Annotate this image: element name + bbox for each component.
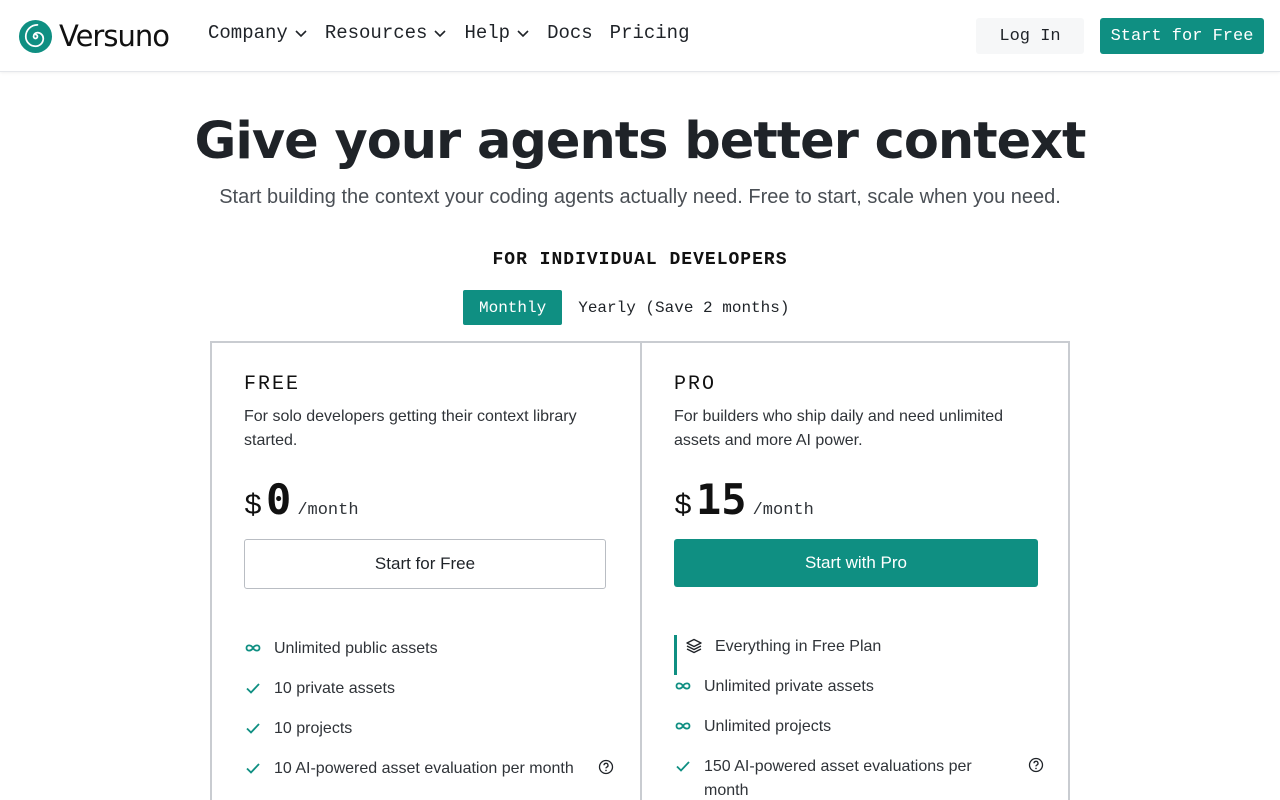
feature-text: 10 projects xyxy=(274,720,353,737)
nav-item-company[interactable]: Company xyxy=(208,22,308,44)
check-icon xyxy=(676,761,690,772)
chevron-down-icon xyxy=(295,30,307,38)
layers-icon xyxy=(686,638,702,654)
plan-description: For solo developers getting their contex… xyxy=(244,408,577,449)
chevron-down-icon xyxy=(517,30,529,38)
nav-item-pricing[interactable]: Pricing xyxy=(610,22,690,44)
check-icon xyxy=(246,683,260,694)
nav-item-label: Company xyxy=(208,22,288,44)
help-circle-icon[interactable] xyxy=(598,759,614,775)
log-in-button[interactable]: Log In xyxy=(976,18,1084,54)
feature-text: Unlimited private assets xyxy=(704,678,874,695)
list-item: 10 projects xyxy=(244,717,614,757)
check-icon xyxy=(246,763,260,774)
check-icon xyxy=(246,723,260,734)
infinity-icon xyxy=(675,722,691,730)
nav-item-label: Pricing xyxy=(609,22,690,44)
plan-price: $ 0 /month xyxy=(244,475,359,524)
plan-price: $ 15 /month xyxy=(674,475,814,524)
section-label: FOR INDIVIDUAL DEVELOPERS xyxy=(492,250,788,270)
feature-text: 10 AI-powered asset evaluation per month xyxy=(274,760,574,777)
help-circle-icon[interactable] xyxy=(1028,757,1044,773)
top-nav: Versuno Company Resources Help Docs Pric… xyxy=(0,0,1280,72)
chevron-down-icon xyxy=(434,30,447,38)
spiral-logo-icon xyxy=(18,19,53,53)
page-subtitle: Start building the context your coding a… xyxy=(219,186,1061,208)
nav-item-resources[interactable]: Resources xyxy=(325,22,448,44)
nav-item-label: Resources xyxy=(324,22,428,44)
start-for-free-button[interactable]: Start for Free xyxy=(1100,18,1264,54)
nav-item-docs[interactable]: Docs xyxy=(547,22,593,44)
infinity-icon xyxy=(675,682,691,690)
plan-name: PRO xyxy=(674,373,717,396)
plan-card-free: FREE For solo developers getting their c… xyxy=(212,343,640,800)
list-item: Unlimited private assets xyxy=(674,675,1044,715)
feature-list: Everything in Free Plan Unlimited privat… xyxy=(674,635,1044,799)
start-for-free-plan-button[interactable]: Start for Free xyxy=(244,539,606,589)
plan-name: FREE xyxy=(244,373,301,396)
feature-list: Unlimited public assets 10 private asset… xyxy=(244,637,614,797)
list-item: Unlimited public assets xyxy=(244,637,614,677)
feature-text: Everything in Free Plan xyxy=(715,638,882,655)
list-item: 10 AI-powered asset evaluation per month xyxy=(244,757,614,797)
brand-logo[interactable]: Versuno xyxy=(18,18,170,54)
nav-item-label: Docs xyxy=(547,22,593,44)
billing-monthly-option[interactable]: Monthly xyxy=(463,290,563,325)
list-item: 10 private assets xyxy=(244,677,614,717)
infinity-icon xyxy=(245,644,261,652)
list-item: Unlimited projects xyxy=(674,715,1044,755)
feature-text: Unlimited projects xyxy=(704,718,832,735)
brand-name: Versuno xyxy=(59,19,170,53)
price-currency: $ xyxy=(244,490,263,524)
main-menu: Company Resources Help Docs Pricing xyxy=(208,22,707,44)
price-amount: 15 xyxy=(696,475,747,524)
price-period: /month xyxy=(752,501,814,520)
billing-toggle: Monthly Yearly (Save 2 months) xyxy=(463,290,805,325)
pricing-cards: FREE For solo developers getting their c… xyxy=(210,341,1070,800)
feature-text: 150 AI-powered asset evaluations per mon… xyxy=(704,758,972,799)
page-title: Give your agents better context xyxy=(194,112,1087,171)
feature-text: 10 private assets xyxy=(274,680,395,697)
nav-item-help[interactable]: Help xyxy=(464,22,530,44)
plan-description: For builders who ship daily and need unl… xyxy=(674,408,1004,449)
list-item: Everything in Free Plan xyxy=(674,635,1044,675)
start-with-pro-button[interactable]: Start with Pro xyxy=(674,539,1038,587)
billing-yearly-option[interactable]: Yearly (Save 2 months) xyxy=(562,290,805,325)
nav-item-label: Help xyxy=(464,22,511,44)
plan-card-pro: PRO For builders who ship daily and need… xyxy=(640,343,1068,800)
price-amount: 0 xyxy=(266,475,292,524)
feature-text: Unlimited public assets xyxy=(274,640,438,657)
list-item: 150 AI-powered asset evaluations per mon… xyxy=(674,755,1044,799)
price-period: /month xyxy=(297,501,359,520)
price-currency: $ xyxy=(674,490,693,524)
